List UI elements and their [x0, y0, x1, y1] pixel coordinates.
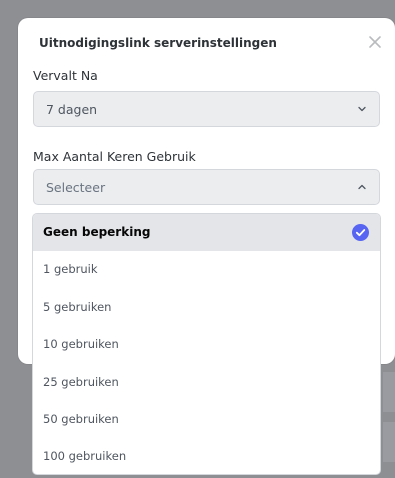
expire-after-label: Vervalt Na [33, 68, 98, 83]
option-no-limit[interactable]: Geen beperking [33, 214, 380, 252]
close-icon[interactable] [367, 34, 383, 50]
option-10-uses[interactable]: 10 gebruiken [33, 326, 380, 363]
option-50-uses[interactable]: 50 gebruiken [33, 401, 380, 438]
expire-after-value: 7 dagen [46, 102, 98, 117]
modal-title: Uitnodigingslink serverinstellingen [39, 36, 277, 50]
max-uses-label: Max Aantal Keren Gebruik [33, 149, 196, 164]
option-5-uses[interactable]: 5 gebruiken [33, 289, 380, 326]
option-label: Geen beperking [43, 225, 151, 239]
option-label: 1 gebruik [43, 262, 98, 277]
option-1-use[interactable]: 1 gebruik [33, 251, 380, 288]
max-uses-select[interactable]: Selecteer [33, 169, 380, 205]
chevron-up-icon [358, 184, 366, 190]
option-label: 100 gebruiken [43, 449, 127, 464]
max-uses-placeholder: Selecteer [46, 180, 106, 195]
chevron-down-icon [358, 106, 366, 112]
option-25-uses[interactable]: 25 gebruiken [33, 364, 380, 401]
expire-after-select[interactable]: 7 dagen [33, 91, 380, 127]
option-label: 50 gebruiken [43, 411, 119, 426]
option-100-uses[interactable]: 100 gebruiken [33, 438, 380, 474]
backdrop-strip [383, 372, 395, 412]
option-label: 5 gebruiken [43, 299, 112, 314]
option-label: 25 gebruiken [43, 374, 119, 389]
check-circle-icon [352, 224, 369, 241]
option-label: 10 gebruiken [43, 337, 119, 352]
backdrop-strip [383, 422, 395, 462]
max-uses-dropdown: Geen beperking 1 gebruik 5 gebruiken 10 … [32, 213, 381, 475]
